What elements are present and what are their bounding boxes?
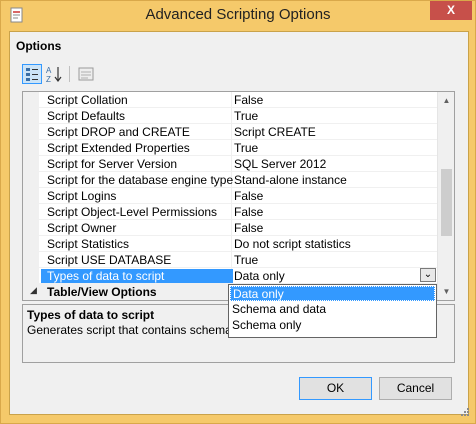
property-row[interactable]: Script Statistics Do not script statisti… xyxy=(23,236,437,252)
dropdown-option-data-only[interactable]: Data only xyxy=(230,286,435,301)
resize-grip-icon[interactable] xyxy=(460,407,470,417)
property-row[interactable]: Script for the database engine type Stan… xyxy=(23,172,437,188)
sort-az-icon: A Z xyxy=(46,66,62,84)
property-grid: Script Collation False Script Defaults T… xyxy=(22,91,455,301)
property-value[interactable]: False xyxy=(234,189,437,204)
property-pages-button[interactable] xyxy=(76,64,96,84)
property-name: Script for Server Version xyxy=(47,157,178,171)
ok-button[interactable]: OK xyxy=(299,377,372,400)
property-row[interactable]: Script USE DATABASE True xyxy=(23,252,437,268)
description-title: Types of data to script xyxy=(27,308,155,322)
property-name: Script Object-Level Permissions xyxy=(47,205,218,219)
property-name: Script Extended Properties xyxy=(47,141,190,155)
property-name: Types of data to script xyxy=(41,269,233,284)
property-name: Script Logins xyxy=(47,189,117,203)
property-value[interactable]: False xyxy=(234,221,437,236)
property-value[interactable]: Stand-alone instance xyxy=(234,173,437,188)
property-value[interactable]: True xyxy=(234,109,437,124)
property-row[interactable]: Script Collation False xyxy=(23,92,437,108)
categorized-button[interactable] xyxy=(22,64,42,84)
property-value[interactable]: False xyxy=(234,93,437,108)
property-value[interactable]: True xyxy=(234,141,437,156)
collapse-expander-icon[interactable]: ◢ xyxy=(30,285,37,296)
property-name: Script Collation xyxy=(47,93,128,107)
property-row[interactable]: Script Defaults True xyxy=(23,108,437,124)
property-name: Script for the database engine type xyxy=(47,173,233,187)
toolbar-separator xyxy=(69,66,70,82)
property-name: Script Defaults xyxy=(47,109,126,123)
property-pages-icon xyxy=(78,67,94,81)
property-name: Script Statistics xyxy=(47,237,130,251)
dropdown-option-schema-and-data[interactable]: Schema and data xyxy=(230,302,435,317)
property-name: Script DROP and CREATE xyxy=(47,125,190,139)
dropdown-option-schema-only[interactable]: Schema only xyxy=(230,318,435,333)
categorized-icon xyxy=(26,68,38,81)
property-name: Script Owner xyxy=(47,221,117,235)
property-value[interactable]: Script CREATE xyxy=(234,125,437,140)
description-text: Generates script that contains schema on… xyxy=(27,323,258,337)
property-name: Script USE DATABASE xyxy=(47,253,172,267)
property-row[interactable]: Script Logins False xyxy=(23,188,437,204)
svg-text:Z: Z xyxy=(46,75,51,84)
property-value-combo[interactable]: Data only xyxy=(234,269,437,284)
property-row-selected[interactable]: Types of data to script Data only ⌄ xyxy=(23,268,437,284)
title-bar[interactable]: Advanced Scripting Options X xyxy=(1,1,475,29)
property-value[interactable]: True xyxy=(234,253,437,268)
alphabetical-button[interactable]: A Z xyxy=(45,64,65,84)
dropdown-button[interactable]: ⌄ xyxy=(420,268,436,282)
scrollbar-thumb[interactable] xyxy=(441,169,452,236)
svg-text:A: A xyxy=(46,66,52,75)
property-row[interactable]: Script Object-Level Permissions False xyxy=(23,204,437,220)
property-value[interactable]: False xyxy=(234,205,437,220)
property-row[interactable]: Script DROP and CREATE Script CREATE xyxy=(23,124,437,140)
property-row[interactable]: Script Extended Properties True xyxy=(23,140,437,156)
dropdown-list[interactable]: Data only Schema and data Schema only xyxy=(228,284,437,338)
vertical-scrollbar[interactable]: ▲ ▼ xyxy=(437,92,454,300)
property-row[interactable]: Script Owner False xyxy=(23,220,437,236)
window-title: Advanced Scripting Options xyxy=(145,6,331,23)
category-label: Table/View Options xyxy=(47,285,157,299)
property-value[interactable]: Do not script statistics xyxy=(234,237,437,252)
property-row[interactable]: Script for Server Version SQL Server 201… xyxy=(23,156,437,172)
chevron-down-icon: ⌄ xyxy=(423,269,433,280)
property-value[interactable]: SQL Server 2012 xyxy=(234,157,437,172)
close-button[interactable]: X xyxy=(430,1,472,20)
cancel-button[interactable]: Cancel xyxy=(379,377,452,400)
scroll-down-arrow-icon[interactable]: ▼ xyxy=(438,283,454,300)
options-heading: Options xyxy=(16,39,62,53)
scroll-up-arrow-icon[interactable]: ▲ xyxy=(438,92,454,109)
